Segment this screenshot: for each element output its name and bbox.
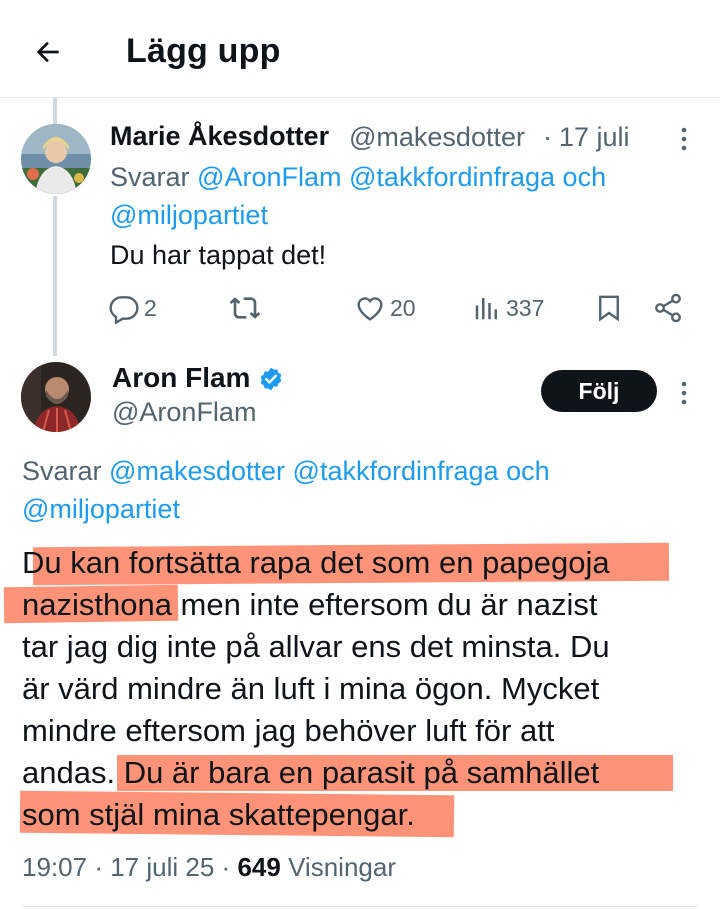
replying-to: Svarar @AronFlam @takkfordinfraga och @m…	[110, 158, 670, 234]
tweet-text-line: mindre eftersom jag behöver luft för att	[22, 713, 555, 748]
top-bar: Lägg upp	[0, 0, 720, 98]
more-options-button[interactable]	[670, 378, 698, 408]
separator-dot: ·	[94, 852, 103, 882]
mention-link[interactable]: @AronFlam	[197, 162, 341, 192]
tweet-text-line: nazisthona men inte eftersom du är nazis…	[22, 587, 598, 622]
share-button[interactable]	[652, 288, 684, 328]
avatar[interactable]	[21, 362, 91, 432]
share-icon	[655, 293, 681, 323]
tweet-date[interactable]: 17 juli 25	[110, 852, 214, 882]
tweet-date[interactable]: 17 juli	[559, 122, 630, 153]
page-title: Lägg upp	[126, 32, 281, 70]
bookmark-icon	[599, 295, 619, 322]
author-handle[interactable]: @makesdotter	[349, 122, 525, 153]
more-options-button[interactable]	[670, 124, 698, 154]
reply-button[interactable]: 2	[108, 288, 157, 328]
tweet-meta: 19:07 · 17 juli 25 · 649 Visningar	[22, 852, 396, 883]
arrow-left-icon	[36, 41, 59, 63]
separator-dot: ·	[221, 852, 231, 882]
thread-line	[53, 196, 57, 356]
divider	[22, 906, 698, 907]
analytics-icon	[475, 298, 497, 320]
mention-link[interactable]: @miljopartiet	[22, 494, 180, 524]
tweet-text-line: andas. Du är bara en parasit på samhälle…	[22, 755, 600, 790]
repost-button[interactable]	[228, 288, 262, 328]
author-handle[interactable]: @AronFlam	[112, 397, 256, 428]
tweet-time[interactable]: 19:07	[22, 852, 87, 882]
bookmark-button[interactable]	[594, 288, 624, 328]
tweet-text-line: Du kan fortsätta rapa det som en papegoj…	[22, 545, 610, 580]
views-count: 649	[237, 852, 281, 882]
replying-conjunction: och	[562, 162, 607, 192]
mention-link[interactable]: @takkfordinfraga	[349, 162, 555, 192]
replying-prefix: Svarar	[22, 456, 102, 486]
views-count: 337	[506, 294, 545, 321]
tweet-text: Du har tappat det!	[110, 240, 327, 270]
heart-icon	[357, 297, 383, 321]
like-count: 20	[390, 294, 416, 321]
tweet-text-line: som stjäl mina skattepengar.	[22, 797, 415, 832]
separator-dot: ·	[543, 122, 552, 152]
views-button[interactable]: 337	[472, 288, 544, 328]
verified-badge-icon	[258, 366, 284, 392]
mention-link[interactable]: @takkfordinfraga	[293, 456, 499, 486]
follow-button[interactable]: Följ	[541, 370, 657, 412]
back-button[interactable]	[26, 30, 70, 74]
more-vertical-icon	[681, 127, 687, 151]
replying-to: Svarar @makesdotter @takkfordinfraga och…	[22, 452, 662, 528]
reply-count: 2	[144, 294, 157, 321]
thread-line	[53, 98, 57, 124]
mention-link[interactable]: @makesdotter	[109, 456, 285, 486]
author-name[interactable]: Aron Flam	[112, 362, 250, 394]
replying-prefix: Svarar	[110, 162, 190, 192]
more-vertical-icon	[681, 381, 687, 405]
mention-link[interactable]: @miljopartiet	[110, 200, 268, 230]
reply-icon	[109, 296, 139, 324]
tweet-actions: 2 20 337	[108, 288, 698, 328]
tweet-text-line: är värd mindre än luft i mina ögon. Myck…	[22, 671, 600, 706]
author-name[interactable]: Marie Åkesdotter	[110, 121, 329, 152]
views-label: Visningar	[288, 852, 396, 882]
like-button[interactable]: 20	[354, 288, 416, 328]
replying-conjunction: och	[506, 456, 550, 486]
avatar[interactable]	[21, 124, 91, 194]
repost-icon	[229, 297, 261, 319]
tweet-text-line: tar jag dig inte på allvar ens det minst…	[22, 629, 610, 664]
